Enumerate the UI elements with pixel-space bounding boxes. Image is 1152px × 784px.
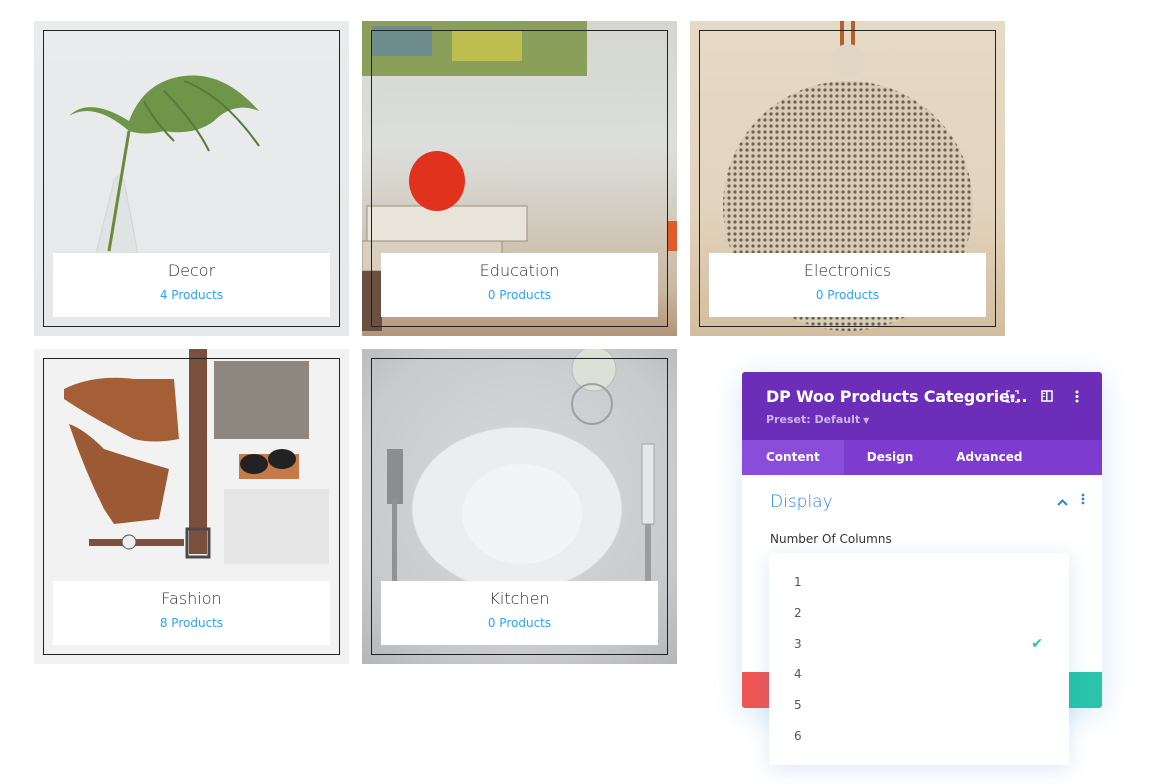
product-count[interactable]: 8 Products	[53, 616, 330, 630]
field-label-number-of-columns: Number Of Columns	[770, 532, 892, 546]
category-name[interactable]: Electronics	[709, 261, 986, 280]
dropdown-option[interactable]: 2	[769, 598, 1069, 629]
card-label: Kitchen 0 Products	[381, 581, 658, 645]
option-label: 4	[794, 667, 802, 682]
option-label: 3	[794, 636, 802, 651]
checkmark-icon: ✔	[1031, 635, 1043, 652]
category-card-fashion[interactable]: Fashion 8 Products	[34, 349, 349, 664]
category-name[interactable]: Education	[381, 261, 658, 280]
category-name[interactable]: Decor	[53, 261, 330, 280]
card-label: Fashion 8 Products	[53, 581, 330, 645]
category-card-education[interactable]: Education 0 Products	[362, 21, 677, 336]
focus-icon[interactable]	[1005, 389, 1019, 403]
columns-dropdown[interactable]: 1 2 3 ✔ 4 5 6	[769, 553, 1069, 765]
more-vertical-icon[interactable]	[1070, 389, 1084, 403]
option-label: 6	[794, 728, 802, 743]
category-name[interactable]: Fashion	[53, 589, 330, 608]
option-label: 5	[794, 698, 802, 713]
preset-label: Preset: Default	[766, 413, 861, 426]
panel-tabs: Content Design Advanced	[742, 440, 1102, 475]
product-count[interactable]: 0 Products	[709, 288, 986, 302]
product-count[interactable]: 0 Products	[381, 616, 658, 630]
category-card-kitchen[interactable]: Kitchen 0 Products	[362, 349, 677, 664]
dropdown-option-selected[interactable]: 3 ✔	[769, 628, 1069, 659]
product-count[interactable]: 4 Products	[53, 288, 330, 302]
category-card-electronics[interactable]: Electronics 0 Products	[690, 21, 1005, 336]
dropdown-option[interactable]: 4	[769, 659, 1069, 690]
option-label: 2	[794, 606, 802, 621]
tab-content[interactable]: Content	[742, 440, 844, 475]
card-label: Electronics 0 Products	[709, 253, 986, 317]
preset-selector[interactable]: Preset: Default ▼	[766, 413, 1078, 426]
tab-advanced[interactable]: Advanced	[933, 440, 1042, 475]
dropdown-option[interactable]: 1	[769, 567, 1069, 598]
section-more-icon[interactable]	[1081, 493, 1085, 508]
card-label: Education 0 Products	[381, 253, 658, 317]
dropdown-option[interactable]: 6	[769, 720, 1069, 751]
panel-title: DP Woo Products Categorie...	[766, 387, 1028, 406]
tab-design[interactable]: Design	[844, 440, 934, 475]
section-title-display[interactable]: Display	[770, 492, 1074, 512]
dropdown-option[interactable]: 5	[769, 690, 1069, 721]
split-view-icon[interactable]	[1040, 389, 1054, 403]
product-count[interactable]: 0 Products	[381, 288, 658, 302]
panel-header[interactable]: DP Woo Products Categorie... Preset: Def…	[742, 372, 1102, 440]
chevron-up-icon[interactable]	[1057, 495, 1068, 509]
category-name[interactable]: Kitchen	[381, 589, 658, 608]
option-label: 1	[794, 575, 802, 590]
caret-down-icon: ▼	[863, 416, 870, 425]
card-label: Decor 4 Products	[53, 253, 330, 317]
category-card-decor[interactable]: Decor 4 Products	[34, 21, 349, 336]
panel-body: Display Number Of Columns	[742, 475, 1102, 546]
